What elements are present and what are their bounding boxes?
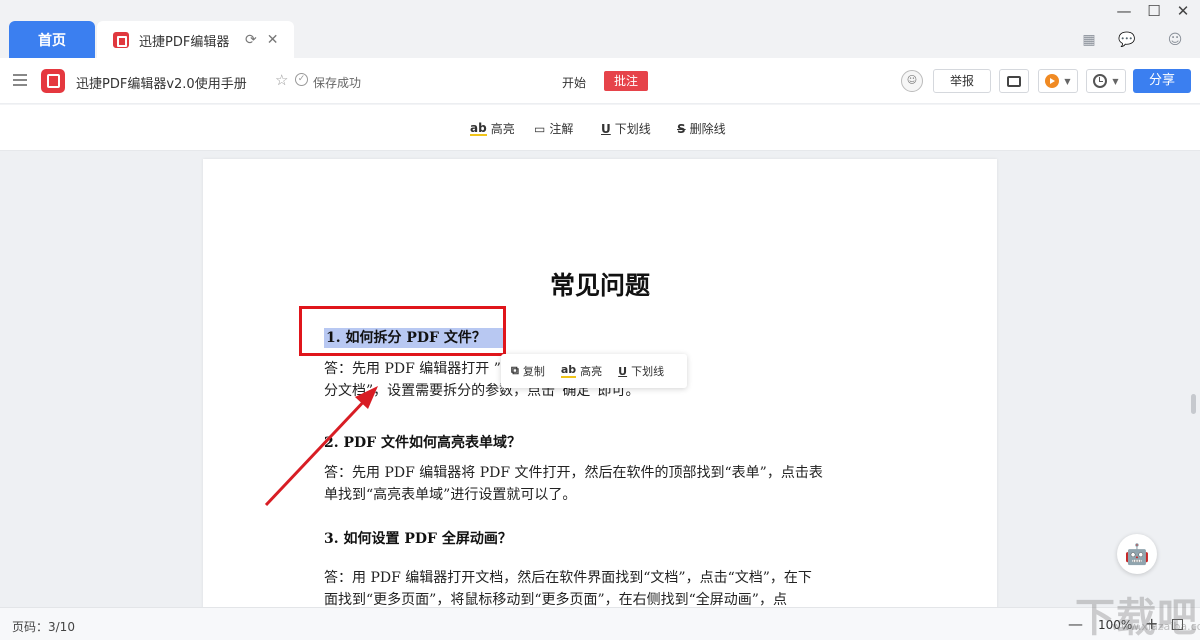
save-status: 保存成功: [313, 76, 362, 90]
tab-annotate[interactable]: 批注: [604, 71, 648, 91]
star-icon[interactable]: ☆: [275, 71, 288, 89]
avatar-icon[interactable]: ☺: [1166, 32, 1184, 48]
note-label: 注解: [549, 122, 574, 136]
document-viewport[interactable]: 常见问题 1. 如何拆分 PDF 文件？ 答：先用 PDF 编辑器打开 ”，点击…: [0, 151, 1200, 607]
play-icon: [1045, 74, 1060, 88]
vertical-scrollbar[interactable]: [1191, 394, 1196, 414]
tab-document[interactable]: 迅捷PDF编辑器 ⟳ ✕: [97, 21, 294, 59]
screen-record-button[interactable]: [999, 69, 1029, 93]
page-indicator: 页码：3/10: [12, 620, 75, 634]
pdf-file-icon: [113, 32, 129, 48]
share-button[interactable]: 分享: [1133, 69, 1191, 93]
close-icon[interactable]: ✕: [267, 32, 279, 48]
watermark-url: www.xiazaiba.com: [1112, 620, 1200, 633]
tab-home[interactable]: 首页: [9, 21, 95, 58]
underline-label: 下划线: [614, 122, 651, 136]
note-tool[interactable]: ▭ 注解: [534, 120, 573, 137]
highlight-tool[interactable]: ab 高亮: [470, 120, 515, 137]
report-button[interactable]: 举报: [933, 69, 991, 93]
annotation-toolbar: ab 高亮 ▭ 注解 U 下划线 S 删除线: [0, 105, 1200, 151]
app-logo: [41, 69, 65, 93]
history-dropdown-button[interactable]: ▼: [1086, 69, 1126, 93]
main-toolbar: 迅捷PDF编辑器v2.0使用手册 ☆ ✓ 保存成功 开始 批注 ☺ 举报 ▼ ▼…: [0, 58, 1200, 104]
user-face-icon[interactable]: ☺: [901, 70, 923, 92]
tab-document-label: 迅捷PDF编辑器: [139, 34, 230, 50]
document-title: 迅捷PDF编辑器v2.0使用手册: [76, 77, 247, 92]
arrow-shaft: [264, 395, 370, 507]
status-bar: 页码：3/10 — 100% +: [0, 607, 1200, 640]
grid-apps-icon[interactable]: ▦: [1080, 32, 1098, 48]
strikethrough-tool[interactable]: S 删除线: [677, 120, 726, 137]
video-icon: [1007, 75, 1021, 87]
assistant-robot-icon[interactable]: 🤖: [1117, 534, 1157, 574]
maximize-icon[interactable]: ☐: [1144, 2, 1164, 20]
hamburger-menu-icon[interactable]: [13, 74, 27, 86]
close-window-icon[interactable]: ✕: [1173, 2, 1193, 20]
chevron-down-icon: ▼: [1112, 76, 1119, 86]
tab-start[interactable]: 开始: [562, 74, 586, 91]
comment-icon: ▭: [534, 121, 546, 136]
refresh-icon[interactable]: ⟳: [245, 32, 257, 48]
highlight-icon: ab: [470, 120, 487, 136]
underline-icon: U: [601, 121, 611, 136]
strikethrough-icon: S: [677, 121, 686, 136]
chat-icon[interactable]: 💬: [1118, 32, 1136, 48]
strikethrough-label: 删除线: [689, 122, 726, 136]
title-bar: 首页 迅捷PDF编辑器 ⟳ ✕ — ☐ ✕ ▦ 💬 ☺: [0, 0, 1200, 59]
clock-icon: [1093, 74, 1108, 88]
highlight-label: 高亮: [490, 122, 515, 136]
chevron-down-icon: ▼: [1064, 76, 1071, 86]
underline-tool[interactable]: U 下划线: [601, 120, 651, 137]
minimize-icon[interactable]: —: [1114, 2, 1134, 20]
check-circle-icon: ✓: [295, 73, 308, 86]
play-dropdown-button[interactable]: ▼: [1038, 69, 1078, 93]
arrow-annotation: [264, 386, 378, 507]
